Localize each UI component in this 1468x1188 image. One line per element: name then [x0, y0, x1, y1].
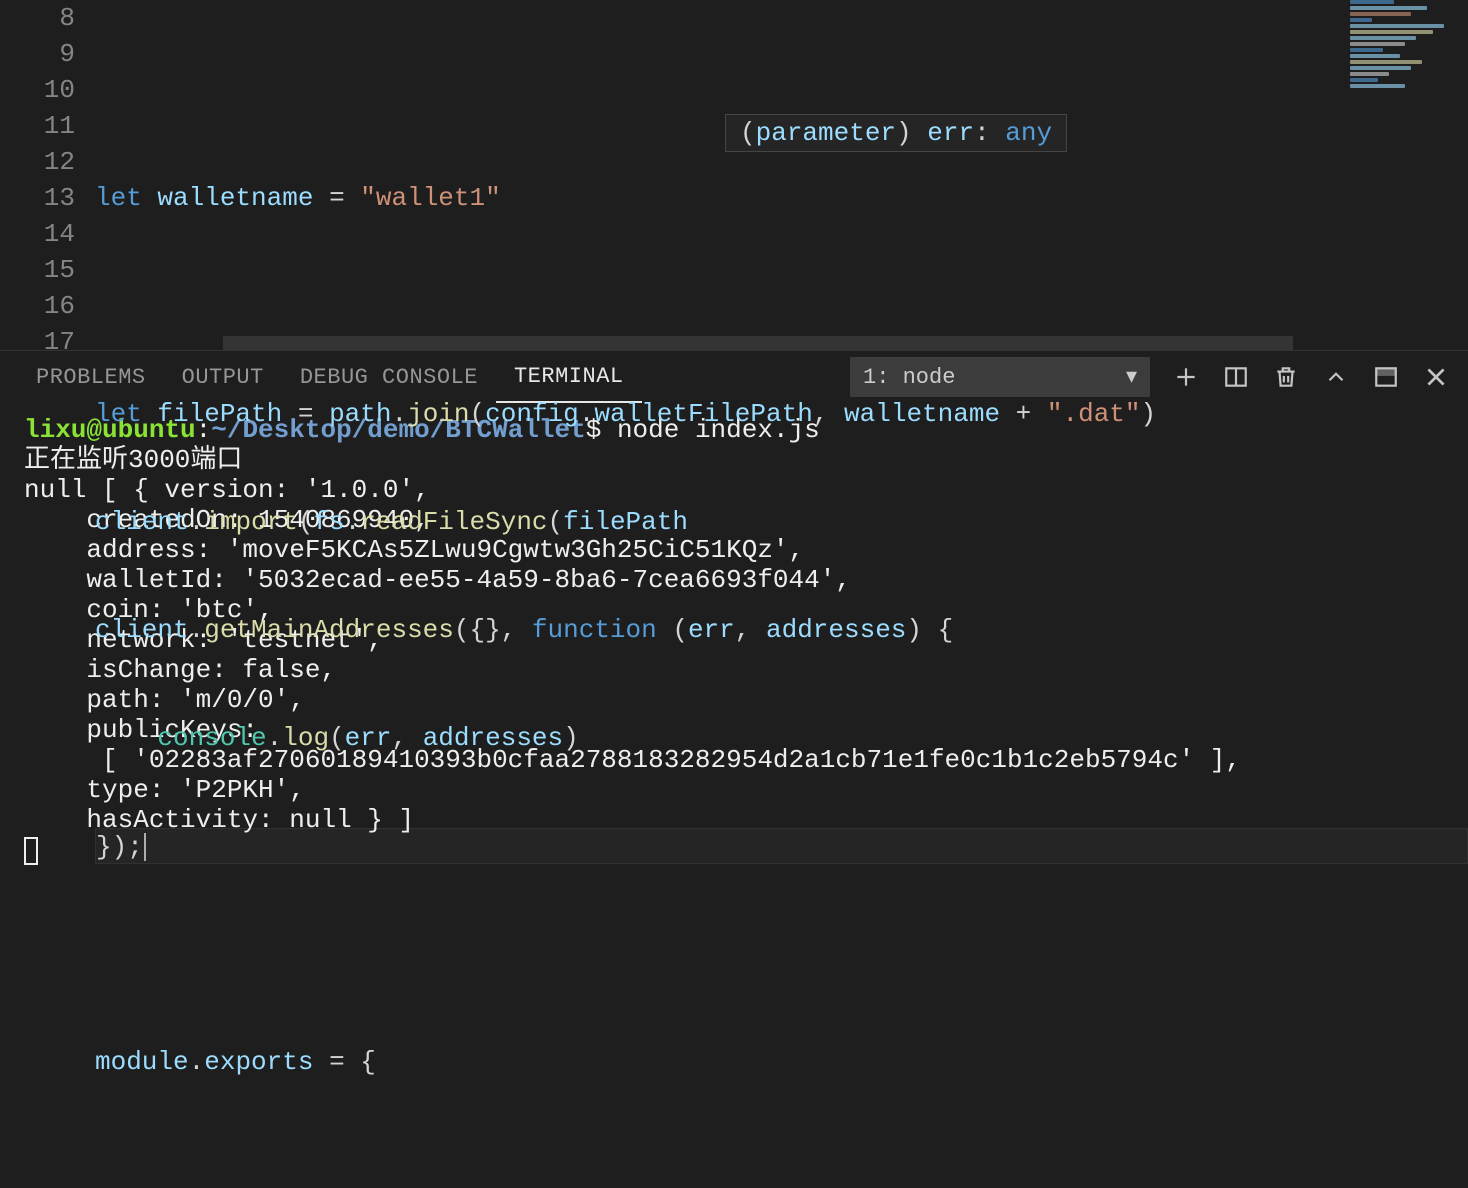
hover-tooltip: (parameter) err: any	[725, 114, 1067, 152]
code-content[interactable]: let walletname = "wallet1" let filePath …	[95, 0, 1468, 350]
minimap[interactable]	[1343, 0, 1468, 350]
line-number: 9	[0, 36, 75, 72]
editor-area: 8 9 10 11 12 13 14 15 16 17 let walletna…	[0, 0, 1468, 350]
line-number-gutter: 8 9 10 11 12 13 14 15 16 17	[0, 0, 95, 350]
line-number: 15	[0, 252, 75, 288]
horizontal-scrollbar[interactable]	[223, 336, 1293, 350]
line-number: 11	[0, 108, 75, 144]
line-number: 8	[0, 0, 75, 36]
line-number: 14	[0, 216, 75, 252]
line-number: 10	[0, 72, 75, 108]
terminal-cursor	[24, 837, 38, 865]
line-number: 13	[0, 180, 75, 216]
line-number: 17	[0, 324, 75, 360]
line-number: 16	[0, 288, 75, 324]
line-number: 12	[0, 144, 75, 180]
text-cursor	[144, 833, 146, 861]
